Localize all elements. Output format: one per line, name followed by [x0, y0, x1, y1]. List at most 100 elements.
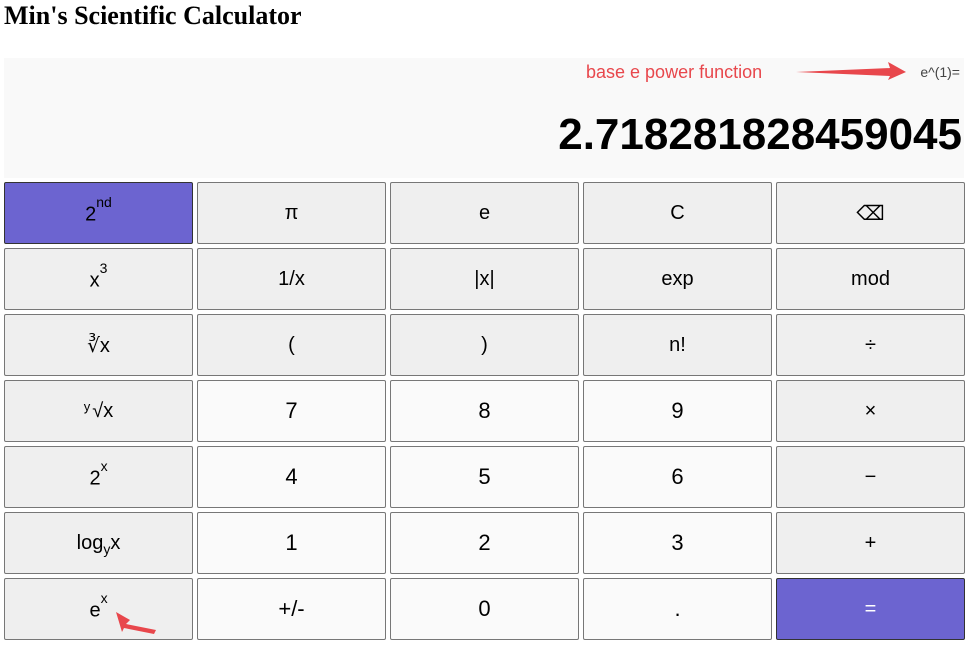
second-function-label: 2nd — [85, 194, 112, 227]
multiply-label: × — [865, 400, 877, 423]
digit-7-label: 7 — [285, 398, 297, 424]
label-main: 6 — [671, 464, 684, 489]
label-main: 5 — [478, 464, 491, 489]
clear-button[interactable]: C — [583, 182, 772, 244]
exp-button[interactable]: exp — [583, 248, 772, 310]
label-superscript: nd — [96, 193, 112, 210]
label-main: π — [284, 201, 299, 224]
digit-0-button[interactable]: 0 — [390, 578, 579, 640]
annotation-label: base e power function — [586, 62, 763, 82]
label-main: log — [76, 531, 104, 554]
label-main: +/- — [278, 596, 305, 621]
label-superscript: x — [100, 457, 108, 474]
label-main: 1/x — [278, 267, 305, 290]
digit-9-label: 9 — [671, 398, 683, 424]
label-main: |x| — [474, 267, 495, 290]
digit-6-button[interactable]: 6 — [583, 446, 772, 508]
add-button[interactable]: + — [776, 512, 965, 574]
cube-root-label: ∛x — [87, 333, 110, 358]
label-main: x — [89, 269, 100, 292]
label-main: exp — [661, 267, 694, 290]
label-main: 2 — [89, 467, 101, 490]
backspace-label: ⌫ — [856, 201, 884, 226]
digit-8-button[interactable]: 8 — [390, 380, 579, 442]
label-main: mod — [851, 267, 890, 290]
divide-button[interactable]: ÷ — [776, 314, 965, 376]
keypad: 2nd π e C ⌫ x3 1/x |x| exp mod ∛x() n! ÷ y √x 7 8 9 × 2x 4 5 6… — [4, 182, 965, 640]
label-prefix: y — [83, 398, 91, 414]
negate-button[interactable]: +/- — [197, 578, 386, 640]
label-main: ∛x — [87, 334, 110, 357]
left-paren-label: ( — [288, 334, 295, 357]
label-main: . — [674, 596, 681, 621]
digit-5-button[interactable]: 5 — [390, 446, 579, 508]
label-main: √x — [92, 399, 114, 422]
backspace-button[interactable]: ⌫ — [776, 182, 965, 244]
digit-1-button[interactable]: 1 — [197, 512, 386, 574]
e-constant-label: e — [479, 202, 490, 225]
label-main: ⌫ — [856, 202, 885, 225]
digit-1-label: 1 — [285, 530, 297, 556]
pi-label: π — [285, 202, 299, 225]
y-root-button[interactable]: y √x — [4, 380, 193, 442]
y-root-label: y √x — [83, 398, 114, 423]
label-superscript: 3 — [99, 259, 108, 276]
multiply-button[interactable]: × — [776, 380, 965, 442]
label-main: ) — [481, 333, 488, 356]
label-main: + — [864, 531, 877, 554]
absolute-value-button[interactable]: |x| — [390, 248, 579, 310]
absolute-value-label: |x| — [474, 268, 494, 291]
digit-7-button[interactable]: 7 — [197, 380, 386, 442]
decimal-point-button[interactable]: . — [583, 578, 772, 640]
label-main: 8 — [478, 398, 491, 423]
add-label: + — [865, 532, 877, 555]
digit-3-label: 3 — [671, 530, 683, 556]
label-main: 3 — [671, 530, 684, 555]
e-power-button[interactable]: ex — [4, 578, 193, 640]
cube-label: x3 — [89, 260, 108, 293]
digit-5-label: 5 — [478, 464, 490, 490]
two-power-label: 2x — [89, 458, 107, 491]
negate-label: +/- — [278, 596, 304, 622]
e-constant-button[interactable]: e — [390, 182, 579, 244]
label-main: n! — [669, 333, 686, 356]
log-base-y-button[interactable]: logyx — [4, 512, 193, 574]
second-function-button[interactable]: 2nd — [4, 182, 193, 244]
digit-3-button[interactable]: 3 — [583, 512, 772, 574]
mod-label: mod — [851, 268, 890, 291]
label-main: 1 — [285, 530, 298, 555]
subtract-button[interactable]: − — [776, 446, 965, 508]
label-main: ( — [288, 333, 295, 356]
calculator-display: base e power function e^(1)= 2.718281828… — [4, 58, 964, 178]
label-main: 2 — [478, 530, 491, 555]
digit-6-label: 6 — [671, 464, 683, 490]
equals-label: = — [865, 598, 877, 621]
label-main: 7 — [285, 398, 298, 423]
label-main: 4 — [285, 464, 298, 489]
factorial-button[interactable]: n! — [583, 314, 772, 376]
left-paren-button[interactable]: ( — [197, 314, 386, 376]
mod-button[interactable]: mod — [776, 248, 965, 310]
reciprocal-label: 1/x — [278, 268, 305, 291]
decimal-point-label: . — [674, 596, 680, 622]
pi-button[interactable]: π — [197, 182, 386, 244]
reciprocal-button[interactable]: 1/x — [197, 248, 386, 310]
right-paren-button[interactable]: ) — [390, 314, 579, 376]
digit-8-label: 8 — [478, 398, 490, 424]
two-power-button[interactable]: 2x — [4, 446, 193, 508]
digit-2-button[interactable]: 2 — [390, 512, 579, 574]
label-main: ÷ — [865, 333, 876, 356]
result-readout: 2.718281828459045 — [558, 110, 962, 159]
cube-root-button[interactable]: ∛x — [4, 314, 193, 376]
digit-9-button[interactable]: 9 — [583, 380, 772, 442]
subtract-label: − — [865, 466, 877, 489]
digit-4-button[interactable]: 4 — [197, 446, 386, 508]
label-main: 0 — [478, 596, 491, 621]
digit-0-label: 0 — [478, 596, 490, 622]
page-title: Min's Scientific Calculator — [4, 1, 302, 30]
exp-label: exp — [661, 268, 693, 291]
digit-2-label: 2 — [478, 530, 490, 556]
label-superscript: x — [100, 589, 108, 606]
cube-button[interactable]: x3 — [4, 248, 193, 310]
equals-button[interactable]: = — [776, 578, 965, 640]
